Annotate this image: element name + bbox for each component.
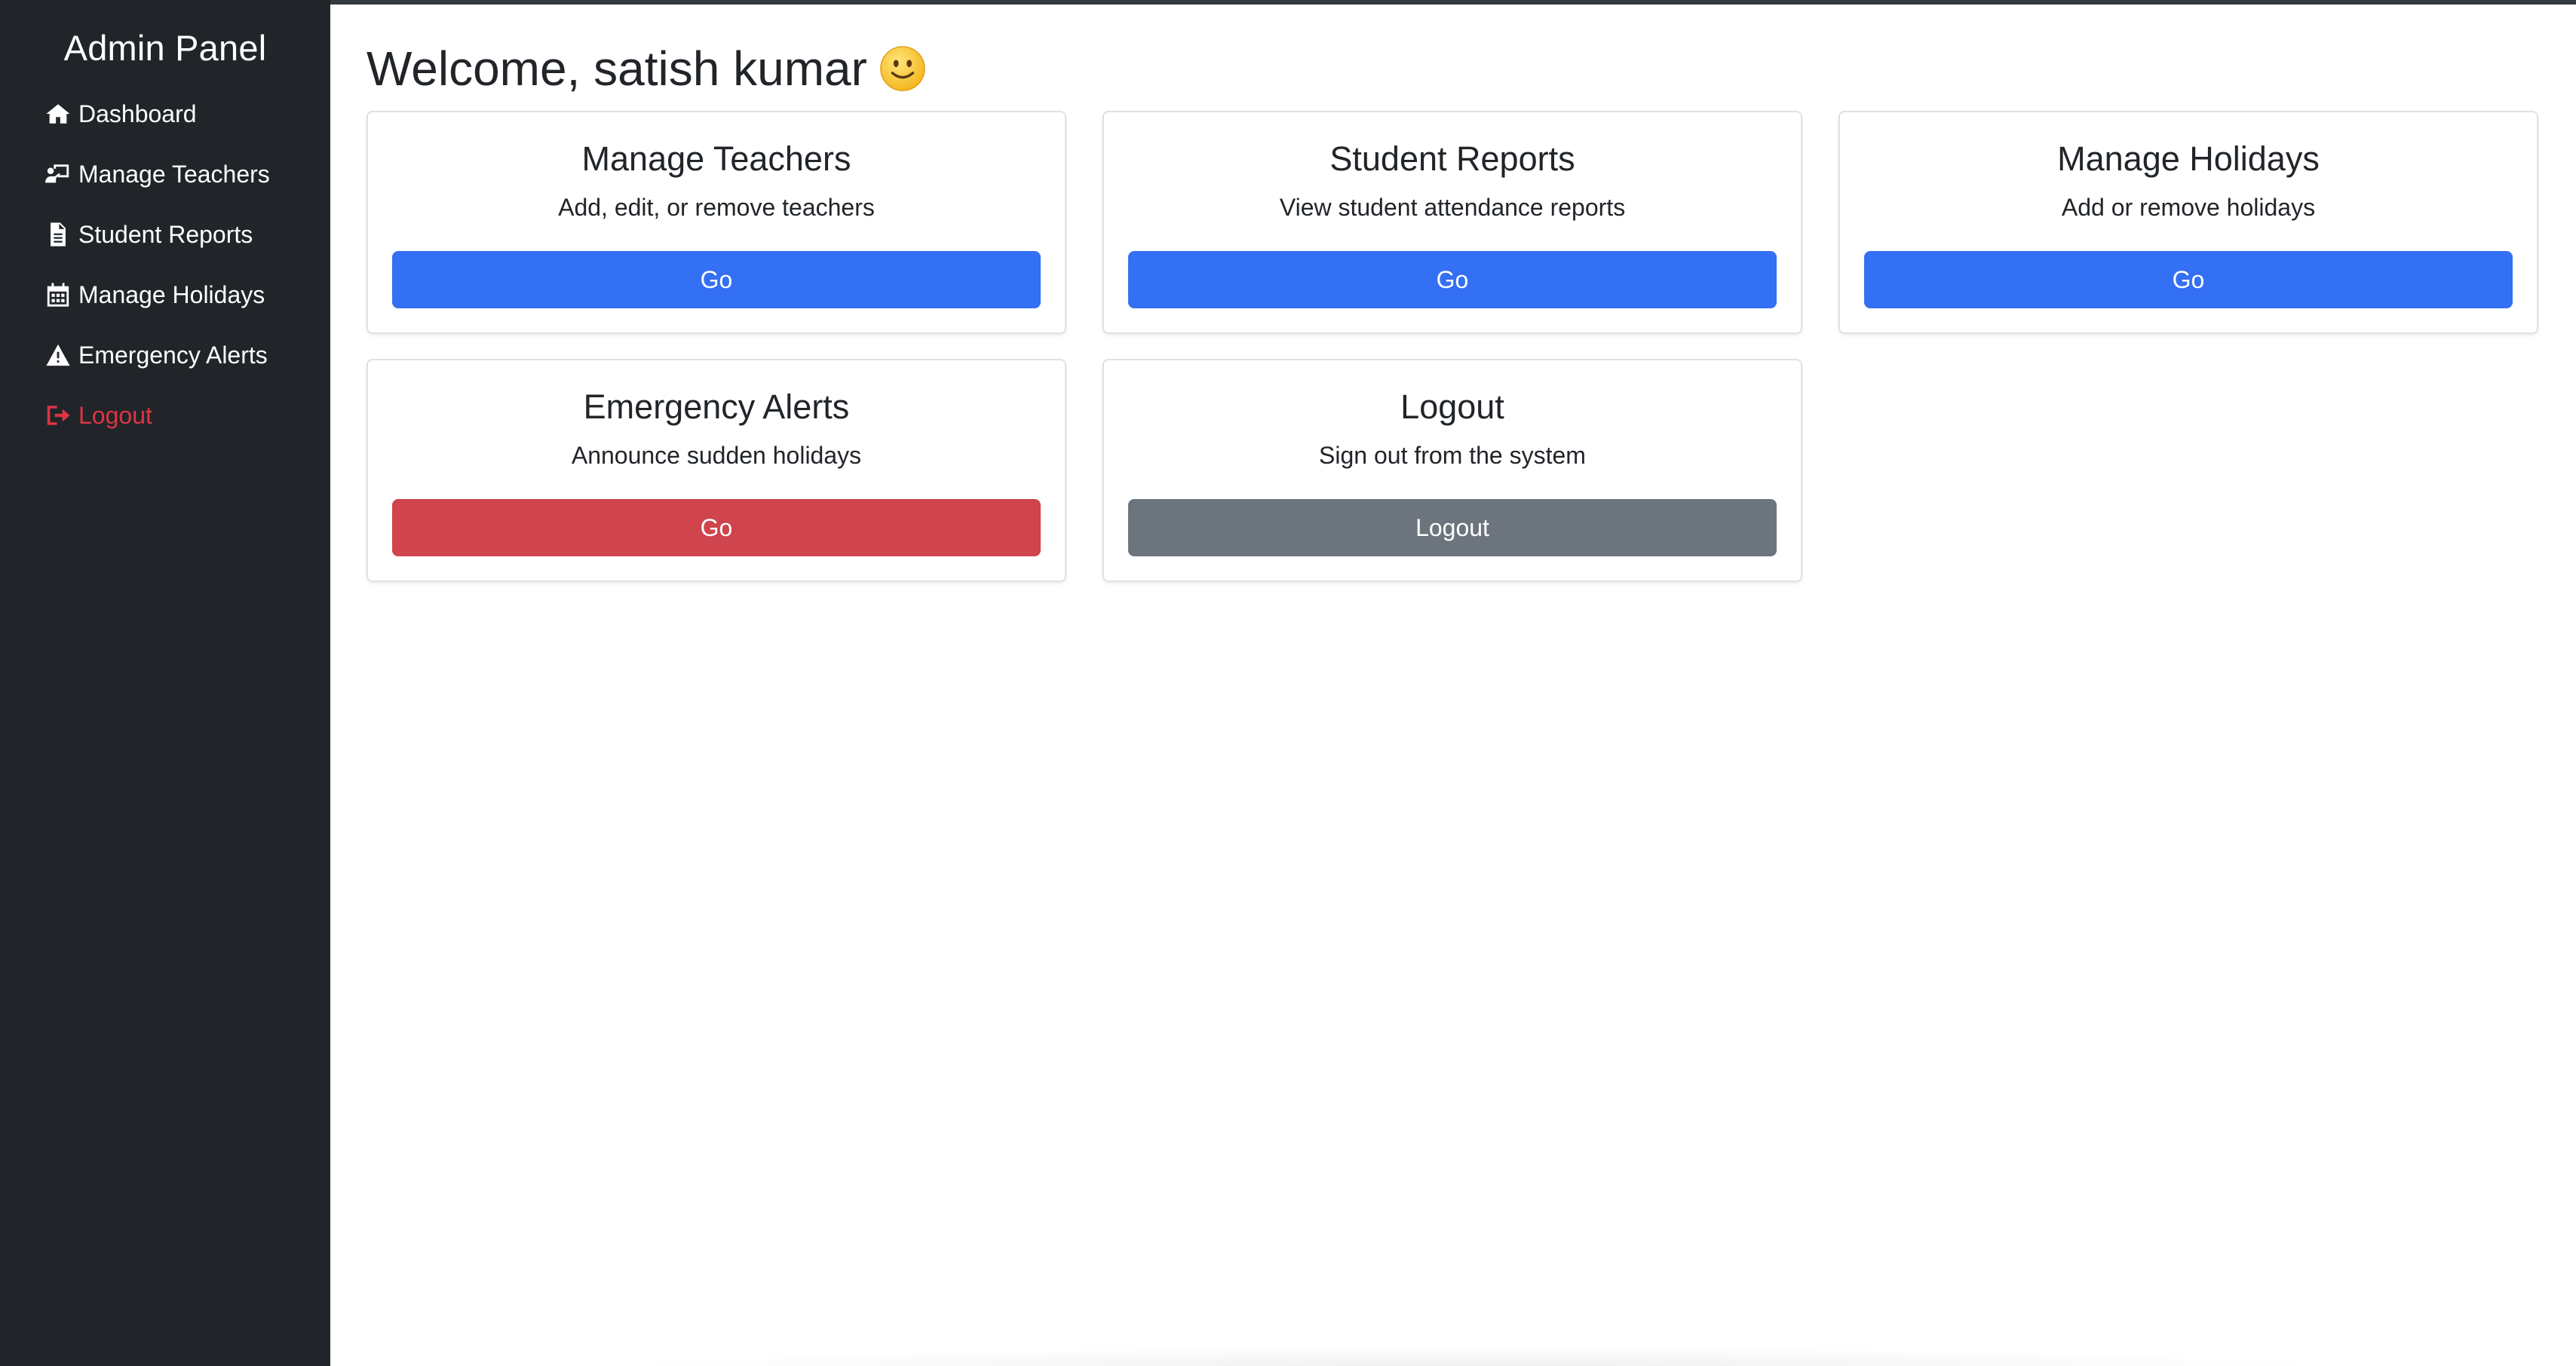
card-title: Manage Teachers — [581, 139, 851, 178]
calendar-icon — [44, 280, 72, 309]
manage-teachers-go-button[interactable]: Go — [392, 251, 1041, 308]
card-logout: Logout Sign out from the system Logout — [1102, 359, 1802, 582]
warning-icon — [44, 341, 72, 369]
card-description: Add, edit, or remove teachers — [558, 194, 875, 221]
card-student-reports: Student Reports View student attendance … — [1102, 111, 1802, 334]
logout-button[interactable]: Logout — [1128, 499, 1777, 556]
card-title: Student Reports — [1329, 139, 1575, 178]
sidebar-item-label: Manage Holidays — [78, 280, 265, 308]
main-content: Welcome, satish kumar Manage Teachers Ad… — [330, 5, 2576, 1366]
sidebar-item-label: Logout — [78, 401, 152, 429]
card-title: Logout — [1400, 387, 1504, 426]
sidebar-item-dashboard[interactable]: Dashboard — [0, 84, 330, 144]
card-description: Sign out from the system — [1319, 442, 1586, 469]
card-manage-teachers: Manage Teachers Add, edit, or remove tea… — [366, 111, 1066, 334]
smiley-emoji-icon — [880, 46, 925, 91]
sidebar-item-student-reports[interactable]: Student Reports — [0, 204, 330, 265]
sidebar-item-label: Student Reports — [78, 220, 253, 248]
manage-holidays-go-button[interactable]: Go — [1864, 251, 2513, 308]
sidebar-item-label: Dashboard — [78, 100, 197, 127]
sidebar-item-logout[interactable]: Logout — [0, 385, 330, 446]
sidebar-item-emergency-alerts[interactable]: Emergency Alerts — [0, 325, 330, 385]
sidebar-nav: Dashboard Manage Teachers Student Report… — [0, 84, 330, 446]
home-icon — [44, 100, 72, 128]
welcome-text: Welcome, satish kumar — [366, 41, 867, 96]
emergency-alerts-go-button[interactable]: Go — [392, 499, 1041, 556]
page-title: Welcome, satish kumar — [366, 41, 926, 96]
student-reports-go-button[interactable]: Go — [1128, 251, 1777, 308]
card-title: Manage Holidays — [2057, 139, 2320, 178]
sign-out-icon — [44, 401, 72, 430]
sidebar-item-manage-teachers[interactable]: Manage Teachers — [0, 144, 330, 204]
card-description: Announce sudden holidays — [571, 442, 862, 469]
chalkboard-teacher-icon — [44, 160, 72, 188]
sidebar-brand: Admin Panel — [63, 28, 267, 68]
card-description: View student attendance reports — [1279, 194, 1626, 221]
card-description: Add or remove holidays — [2061, 194, 2316, 221]
card-title: Emergency Alerts — [583, 387, 850, 426]
card-manage-holidays: Manage Holidays Add or remove holidays G… — [1838, 111, 2538, 334]
card-emergency-alerts: Emergency Alerts Announce sudden holiday… — [366, 359, 1066, 582]
sidebar-item-label: Manage Teachers — [78, 160, 270, 188]
bottom-shadow — [617, 1346, 2335, 1366]
sidebar-item-manage-holidays[interactable]: Manage Holidays — [0, 265, 330, 325]
sidebar-item-label: Emergency Alerts — [78, 341, 268, 369]
sidebar: Admin Panel Dashboard Manage Teachers St… — [0, 0, 330, 1366]
file-icon — [44, 220, 72, 249]
